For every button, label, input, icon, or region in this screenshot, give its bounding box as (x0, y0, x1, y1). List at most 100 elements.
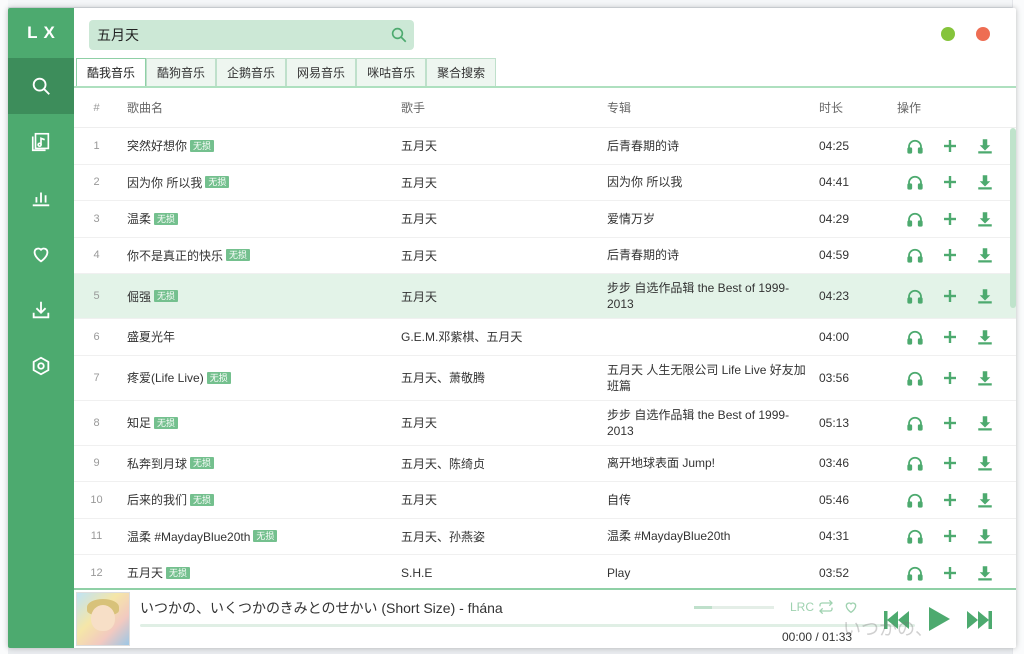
table-row[interactable]: 3 温柔 无损 五月天 爱情万岁 04:29 (74, 201, 1016, 238)
table-row[interactable]: 6 盛夏光年 G.E.M.邓紫棋、五月天 04:00 (74, 319, 1016, 356)
play-song-button[interactable] (897, 286, 932, 306)
sidebar-item-favorites[interactable] (8, 226, 74, 282)
add-to-list-button[interactable] (932, 368, 967, 388)
table-scrollbar[interactable] (1010, 128, 1016, 308)
song-name: 后来的我们 无损 (119, 491, 401, 508)
artist-name: 五月天 (401, 416, 438, 430)
table-row[interactable]: 9 私奔到月球 无损 五月天、陈绮贞 离开地球表面 Jump! 03:46 (74, 446, 1016, 482)
row-number: 6 (93, 330, 100, 343)
table-row[interactable]: 7 疼爱(Life Live) 无损 五月天、萧敬腾 五月天 人生无限公司 Life L… (74, 356, 1016, 401)
sidebar-item-downloads[interactable] (8, 282, 74, 338)
sidebar-item-songlist[interactable] (8, 114, 74, 170)
add-to-list-button[interactable] (932, 327, 967, 347)
tab-migu[interactable]: 咪咕音乐 (356, 58, 427, 86)
add-to-list-button[interactable] (932, 413, 967, 433)
add-to-list-button[interactable] (932, 563, 967, 583)
add-to-list-button[interactable] (932, 136, 967, 156)
artist-name: 五月天 (401, 175, 438, 190)
album-cover[interactable] (76, 592, 130, 646)
repeat-icon[interactable] (817, 599, 835, 615)
row-number: 7 (93, 371, 100, 384)
add-to-list-button[interactable] (932, 209, 967, 229)
table-row[interactable]: 10 后来的我们 无损 五月天 自传 05:46 (74, 482, 1016, 519)
play-song-button[interactable] (897, 245, 932, 265)
song-duration: 04:31 (819, 529, 850, 544)
search-input[interactable] (89, 27, 384, 43)
song-name: 温柔 无损 (119, 210, 401, 227)
chart-icon (32, 192, 50, 207)
table-row[interactable]: 11 温柔 #MaydayBlue20th 无损 五月天、孙燕姿 温柔 #MaydayB… (74, 519, 1016, 555)
song-table: # 歌曲名 歌手 专辑 时长 操作 1 突然好想你 无损 五月天 后青春期的诗 04:25… (74, 88, 1016, 588)
tab-aggregate[interactable]: 聚合搜索 (426, 58, 497, 86)
album-name: 离开地球表面 Jump! (607, 456, 716, 471)
sidebar-item-search[interactable] (8, 58, 74, 114)
download-song-button[interactable] (967, 286, 1002, 306)
sidebar-item-settings[interactable] (8, 338, 74, 394)
song-name-text: 温柔 #MaydayBlue20th (127, 529, 251, 544)
lyrics-toggle[interactable]: LRC (790, 600, 814, 614)
play-song-button[interactable] (897, 413, 932, 433)
add-to-list-button[interactable] (932, 245, 967, 265)
add-icon (943, 139, 956, 152)
tab-kuwo[interactable]: 酷我音乐 (76, 58, 147, 86)
download-song-button[interactable] (967, 209, 1002, 229)
download-song-button[interactable] (967, 563, 1002, 583)
download-song-button[interactable] (967, 245, 1002, 265)
add-to-list-button[interactable] (932, 490, 967, 510)
row-actions (893, 526, 1016, 546)
play-song-button[interactable] (897, 563, 932, 583)
song-name: 倔强 无损 (119, 288, 401, 305)
download-song-button[interactable] (967, 136, 1002, 156)
headphone-icon (906, 289, 923, 304)
song-duration: 04:23 (819, 289, 850, 303)
table-body: 1 突然好想你 无损 五月天 后青春期的诗 04:25 2 因为你 所以我 无损 五月天 因为你 所… (74, 128, 1016, 588)
table-row[interactable]: 12 五月天 无损 S.H.E Play 03:52 (74, 555, 1016, 588)
table-row[interactable]: 4 你不是真正的快乐 无损 五月天 后青春期的诗 04:59 (74, 238, 1016, 274)
download-icon (977, 566, 992, 581)
song-name: 私奔到月球 无损 (119, 455, 401, 472)
table-row[interactable]: 8 知足 无损 五月天 步步 自选作品辑 the Best of 1999-2013 05… (74, 401, 1016, 446)
download-song-button[interactable] (967, 526, 1002, 546)
table-row[interactable]: 5 倔强 无损 五月天 步步 自选作品辑 the Best of 1999-2013 04… (74, 274, 1016, 319)
progress-bar[interactable] (140, 624, 915, 627)
play-song-button[interactable] (897, 490, 932, 510)
table-row[interactable]: 1 突然好想你 无损 五月天 后青春期的诗 04:25 (74, 128, 1016, 165)
row-number: 5 (93, 290, 100, 302)
song-duration: 03:52 (819, 565, 850, 580)
play-song-button[interactable] (897, 327, 932, 347)
download-song-button[interactable] (967, 490, 1002, 510)
download-song-button[interactable] (967, 327, 1002, 347)
heart-outline-icon[interactable] (842, 599, 860, 615)
play-song-button[interactable] (897, 526, 932, 546)
add-to-list-button[interactable] (932, 453, 967, 473)
sidebar: LX (8, 8, 74, 648)
table-row[interactable]: 2 因为你 所以我 无损 五月天 因为你 所以我 04:41 (74, 165, 1016, 201)
add-to-list-button[interactable] (932, 172, 967, 192)
download-song-button[interactable] (967, 172, 1002, 192)
song-duration: 04:25 (819, 138, 850, 153)
tab-netease[interactable]: 网易音乐 (286, 58, 357, 86)
play-song-button[interactable] (897, 209, 932, 229)
row-number: 3 (93, 212, 100, 225)
sidebar-item-leaderboard[interactable] (8, 170, 74, 226)
add-to-list-button[interactable] (932, 526, 967, 546)
tab-kugou[interactable]: 酷狗音乐 (146, 58, 217, 86)
next-track-icon[interactable] (964, 608, 994, 632)
close-button[interactable] (976, 27, 990, 41)
play-song-button[interactable] (897, 453, 932, 473)
play-song-button[interactable] (897, 172, 932, 192)
add-to-list-button[interactable] (932, 286, 967, 306)
headphone-icon (906, 457, 923, 471)
add-icon (943, 371, 956, 384)
minimize-button[interactable] (941, 27, 955, 41)
play-song-button[interactable] (897, 136, 932, 156)
album-name: 步步 自选作品辑 the Best of 1999-2013 (607, 281, 790, 311)
download-song-button[interactable] (967, 413, 1002, 433)
row-number: 9 (93, 457, 100, 470)
tab-qq[interactable]: 企鹅音乐 (216, 58, 287, 86)
download-song-button[interactable] (967, 368, 1002, 388)
song-duration: 03:46 (819, 456, 850, 471)
play-song-button[interactable] (897, 368, 932, 388)
download-song-button[interactable] (967, 453, 1002, 473)
search-button[interactable] (384, 20, 414, 50)
